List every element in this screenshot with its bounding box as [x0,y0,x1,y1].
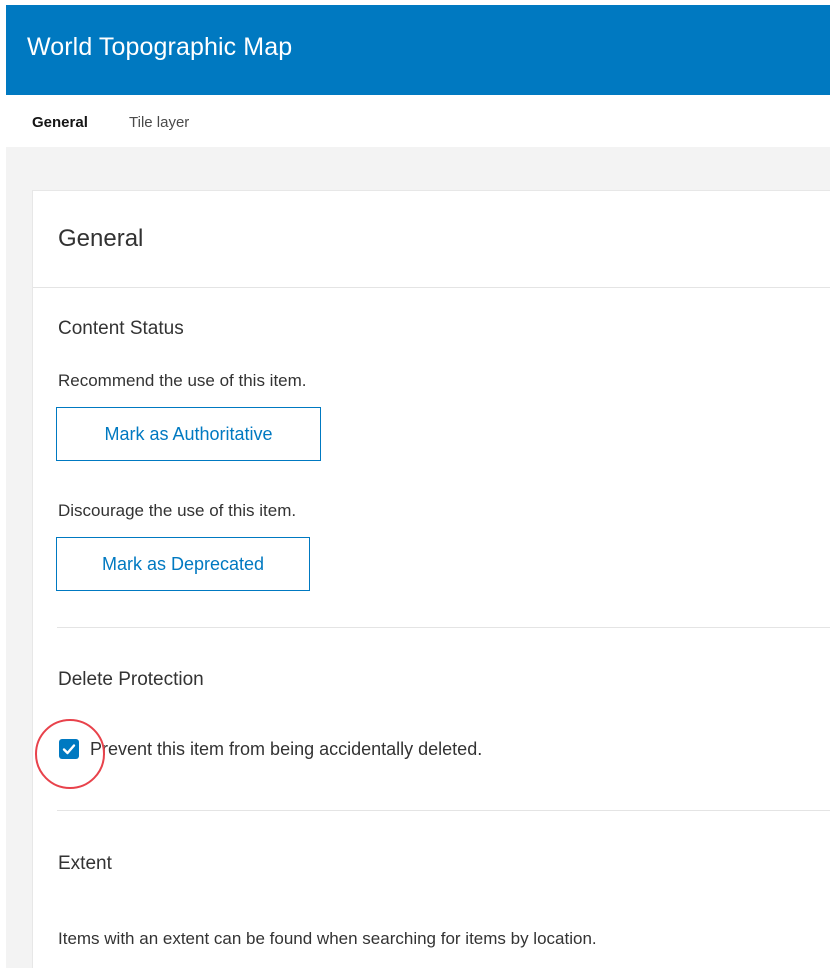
page-title: World Topographic Map [27,33,293,61]
delete-protection-label[interactable]: Prevent this item from being accidentall… [90,739,482,760]
tab-general[interactable]: General [32,114,88,131]
discourage-text: Discourage the use of this item. [58,501,297,520]
mark-deprecated-button[interactable]: Mark as Deprecated [56,537,310,591]
delete-protection-checkbox[interactable] [59,739,79,759]
general-settings-card: General Content Status Recommend the use… [32,190,830,968]
tab-bar: General Tile layer [6,95,830,147]
extent-heading: Extent [58,853,112,874]
divider [57,627,830,628]
extent-description: Items with an extent can be found when s… [58,929,597,948]
mark-authoritative-button[interactable]: Mark as Authoritative [56,407,321,461]
tab-tile-layer[interactable]: Tile layer [129,114,189,131]
checkmark-icon [62,744,76,755]
recommend-text: Recommend the use of this item. [58,371,307,390]
divider [33,287,830,288]
content-status-heading: Content Status [58,318,184,339]
delete-protection-heading: Delete Protection [58,669,204,690]
card-title: General [58,225,144,252]
divider [57,810,830,811]
app-header: World Topographic Map [6,5,830,95]
